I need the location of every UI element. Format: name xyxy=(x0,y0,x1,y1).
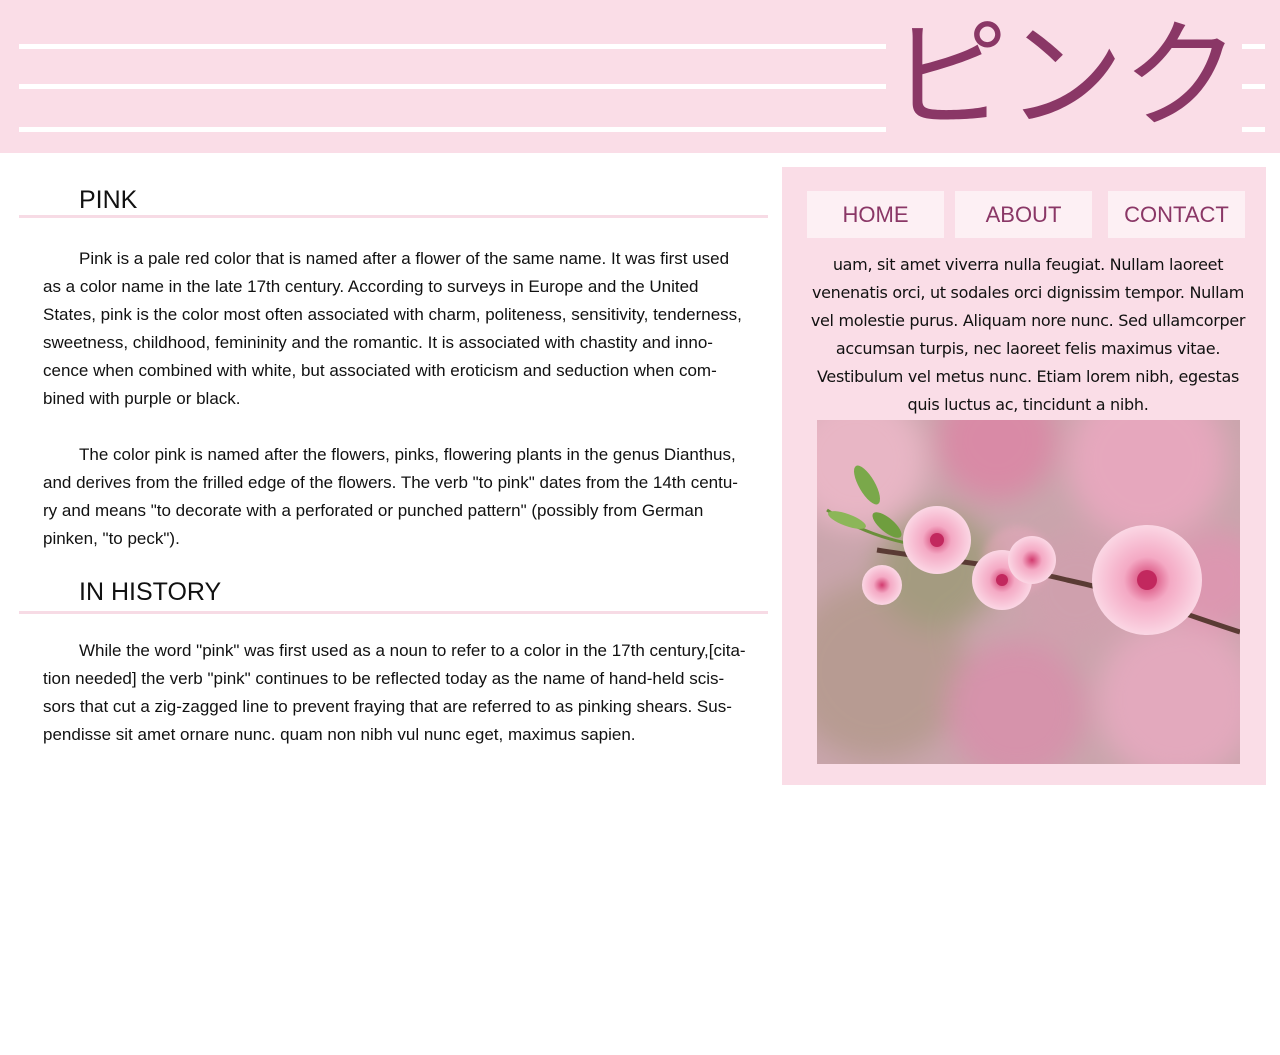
paragraph: The color pink is named after the flower… xyxy=(43,445,738,548)
nav-about-button[interactable]: ABOUT xyxy=(955,191,1092,238)
cherry-blossom-image xyxy=(817,420,1240,764)
blossom-photo xyxy=(817,420,1240,764)
sidebar-text: uam, sit amet viverra nulla feugiat. Nul… xyxy=(810,255,1246,414)
paragraph: Pink is a pale red color that is named a… xyxy=(43,249,742,408)
site-title: ピンク xyxy=(885,6,1242,146)
section-heading-history: IN HISTORY xyxy=(79,578,222,606)
paragraph: While the word "pink" was first used as … xyxy=(43,641,746,744)
section-divider xyxy=(19,215,768,218)
section-divider xyxy=(19,611,768,614)
site-header: ピンク xyxy=(0,0,1280,153)
nav-home-button[interactable]: HOME xyxy=(807,191,944,238)
nav-contact-button[interactable]: CONTACT xyxy=(1108,191,1245,238)
sidebar: HOME ABOUT CONTACT uam, sit amet viverra… xyxy=(782,167,1266,785)
section-heading-pink: PINK xyxy=(79,186,138,214)
